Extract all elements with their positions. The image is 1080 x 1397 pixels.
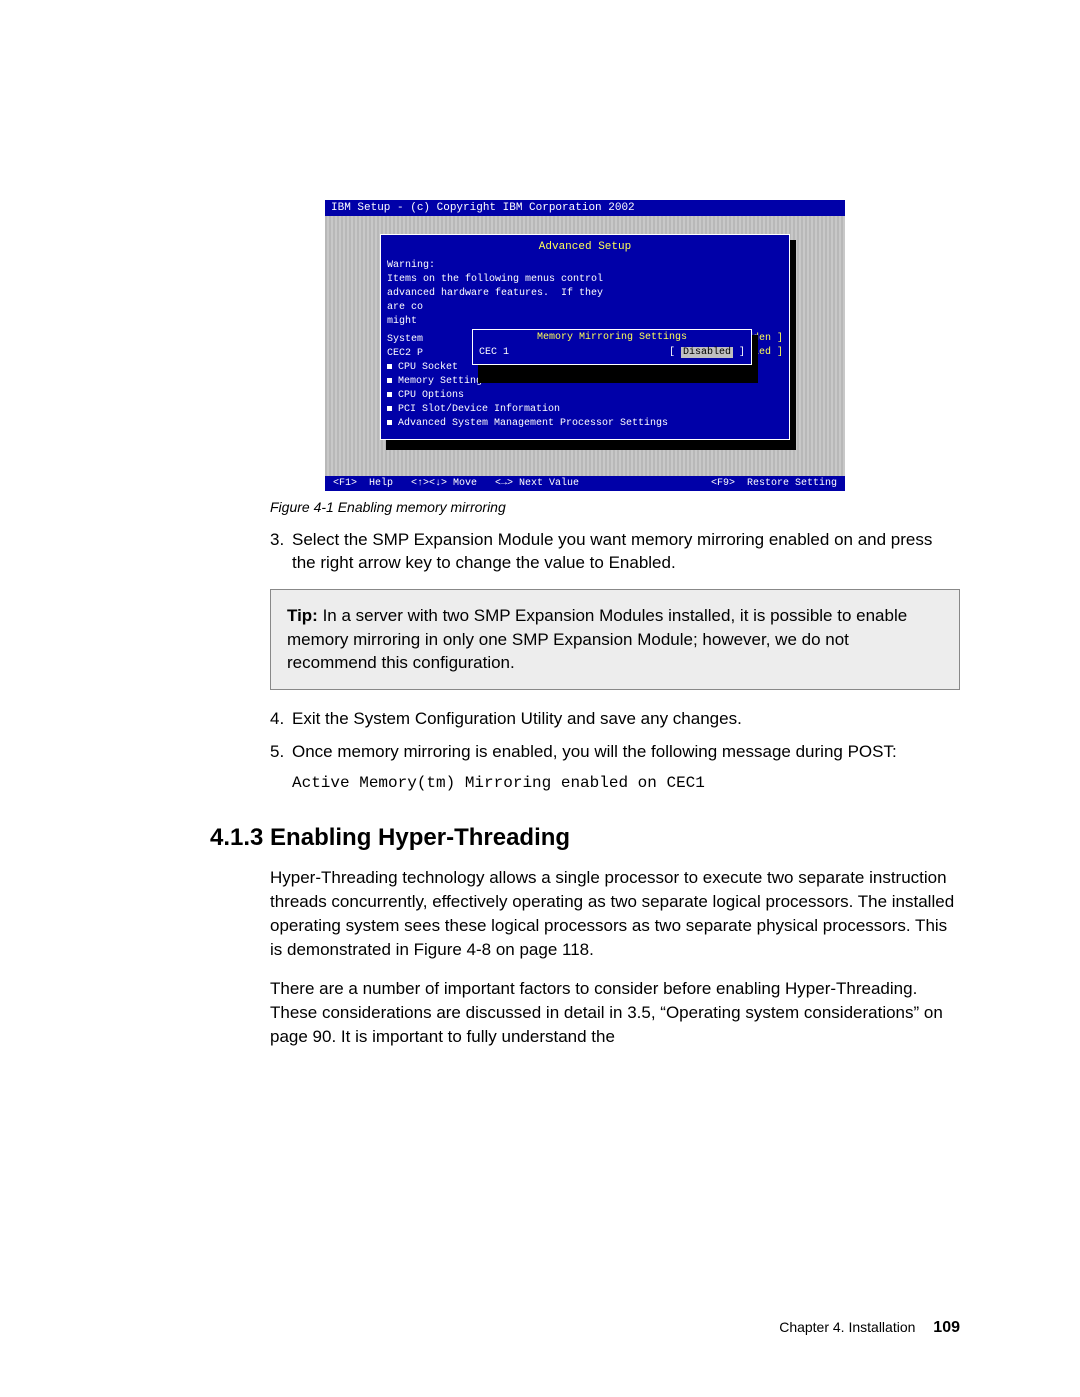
partial-line: System [387,333,423,347]
step-number: 4. [270,708,292,731]
bios-titlebar: IBM Setup - (c) Copyright IBM Corporatio… [325,200,845,216]
step-text: Select the SMP Expansion Module you want… [292,529,960,575]
step-text: Once memory mirroring is enabled, you wi… [292,741,960,764]
bios-screenshot: IBM Setup - (c) Copyright IBM Corporatio… [325,200,845,491]
menu-item[interactable]: CPU Options [387,389,783,403]
memory-mirroring-subpanel: Memory Mirroring Settings CEC 1 [ Disabl… [472,329,752,365]
warning-line: are co [387,301,783,315]
warning-line: Items on the following menus control [387,273,783,287]
footer-page-number: 109 [933,1319,960,1336]
page-footer: Chapter 4. Installation 109 [779,1319,960,1337]
footer-left: <F1> Help <↑><↓> Move <→> Next Value [333,478,579,489]
sub-panel-heading: Memory Mirroring Settings [479,332,745,343]
sub-panel-row[interactable]: CEC 1 [ Disabled ] [479,347,745,358]
page: IBM Setup - (c) Copyright IBM Corporatio… [0,0,1080,1105]
bios-footer: <F1> Help <↑><↓> Move <→> Next Value <F9… [325,476,845,491]
advanced-setup-panel: Advanced Setup Warning: Items on the fol… [380,234,790,440]
paragraph: Hyper-Threading technology allows a sing… [270,866,960,961]
tip-label: Tip: [287,606,318,625]
sub-row-label: CEC 1 [479,347,509,358]
section-heading: 4.1.3 Enabling Hyper-Threading [210,824,960,852]
step-3: 3. Select the SMP Expansion Module you w… [270,529,960,575]
sub-row-value-wrap: [ Disabled ] [669,347,745,358]
tip-text: In a server with two SMP Expansion Modul… [287,606,907,673]
menu-item[interactable]: Advanced System Management Processor Set… [387,417,783,431]
menu-item[interactable]: PCI Slot/Device Information [387,403,783,417]
warning-line: might [387,315,783,329]
footer-right: <F9> Restore Setting [711,478,837,489]
step-5: 5. Once memory mirroring is enabled, you… [270,741,960,764]
tip-box: Tip: In a server with two SMP Expansion … [270,589,960,690]
paragraph: There are a number of important factors … [270,977,960,1048]
post-message: Active Memory(tm) Mirroring enabled on C… [292,774,960,792]
warning-line: advanced hardware features. If they [387,287,783,301]
partial-line: CEC2 P [387,347,423,361]
step-number: 3. [270,529,292,575]
warning-line: Warning: [387,259,783,273]
step-text: Exit the System Configuration Utility an… [292,708,960,731]
step-number: 5. [270,741,292,764]
footer-chapter: Chapter 4. Installation [779,1319,915,1335]
document-content: Figure 4-1 Enabling memory mirroring 3. … [270,499,960,1049]
figure-caption: Figure 4-1 Enabling memory mirroring [270,499,960,515]
step-4: 4. Exit the System Configuration Utility… [270,708,960,731]
panel-heading: Advanced Setup [387,241,783,253]
bios-body: Advanced Setup Warning: Items on the fol… [325,216,845,476]
sub-row-value[interactable]: Disabled [681,347,733,358]
